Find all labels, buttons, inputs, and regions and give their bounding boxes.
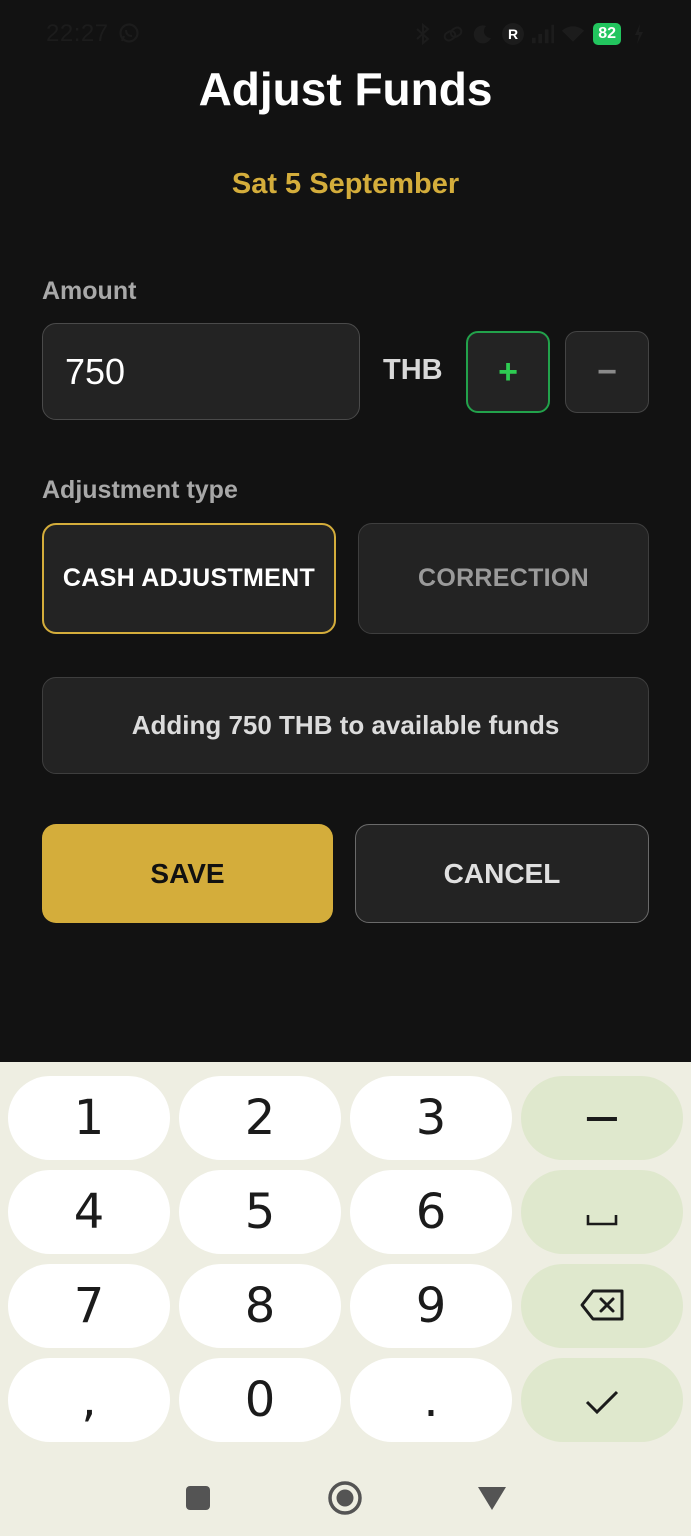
- system-nav-bar: [0, 1468, 691, 1536]
- numeric-keyboard: 1 2 3 − 4 5 6 7 8 9 , 0 .: [0, 1062, 691, 1536]
- correction-option[interactable]: CORRECTION: [358, 523, 649, 634]
- page-title: Adjust Funds: [198, 63, 493, 115]
- home-circle-icon[interactable]: [325, 1478, 365, 1518]
- charging-icon: [627, 22, 651, 46]
- svg-text:R: R: [508, 26, 518, 42]
- currency-label: THB: [383, 354, 443, 386]
- amount-label: Amount: [42, 277, 137, 305]
- key-minus[interactable]: −: [521, 1076, 683, 1160]
- adjustment-type-label: Adjustment type: [42, 476, 238, 504]
- registered-icon: R: [501, 22, 525, 46]
- plus-button[interactable]: +: [466, 331, 550, 413]
- minus-icon: −: [597, 352, 617, 391]
- key-comma[interactable]: ,: [8, 1358, 170, 1442]
- cancel-label: CANCEL: [443, 857, 561, 889]
- bluetooth-icon: [411, 22, 435, 46]
- save-label: SAVE: [150, 857, 225, 889]
- status-bar: 22:27 R 82: [0, 0, 691, 68]
- backspace-icon: [579, 1278, 625, 1334]
- summary-box: Adding 750 THB to available funds: [42, 677, 649, 774]
- key-2[interactable]: 2: [179, 1076, 341, 1160]
- link-icon: [441, 22, 465, 46]
- key-8[interactable]: 8: [179, 1264, 341, 1348]
- minus-button[interactable]: −: [565, 331, 649, 413]
- key-backspace[interactable]: [521, 1264, 683, 1348]
- key-7[interactable]: 7: [8, 1264, 170, 1348]
- cash-adjustment-label: CASH ADJUSTMENT: [62, 564, 316, 592]
- key-space[interactable]: [521, 1170, 683, 1254]
- key-5[interactable]: 5: [179, 1170, 341, 1254]
- key-6[interactable]: 6: [350, 1170, 512, 1254]
- page-date: Sat 5 September: [231, 168, 460, 200]
- amount-input[interactable]: [42, 323, 360, 420]
- battery-icon: 82: [593, 23, 621, 45]
- plus-icon: +: [498, 352, 518, 391]
- check-icon: [584, 1372, 620, 1428]
- key-1[interactable]: 1: [8, 1076, 170, 1160]
- space-icon: [586, 1184, 618, 1240]
- whatsapp-icon: [118, 22, 140, 44]
- key-9[interactable]: 9: [350, 1264, 512, 1348]
- save-button[interactable]: SAVE: [42, 824, 333, 923]
- signal-icon: [531, 22, 555, 46]
- wifi-icon: [561, 22, 585, 46]
- status-time: 22:27: [46, 20, 109, 47]
- key-4[interactable]: 4: [8, 1170, 170, 1254]
- correction-label: CORRECTION: [417, 564, 590, 592]
- back-triangle-icon[interactable]: [472, 1478, 512, 1518]
- key-0[interactable]: 0: [179, 1358, 341, 1442]
- summary-text: Adding 750 THB to available funds: [131, 710, 560, 740]
- moon-icon: [471, 22, 495, 46]
- cancel-button[interactable]: CANCEL: [355, 824, 649, 923]
- key-3[interactable]: 3: [350, 1076, 512, 1160]
- cash-adjustment-option[interactable]: CASH ADJUSTMENT: [42, 523, 336, 634]
- key-period[interactable]: .: [350, 1358, 512, 1442]
- key-done[interactable]: [521, 1358, 683, 1442]
- recents-square-icon[interactable]: [178, 1478, 218, 1518]
